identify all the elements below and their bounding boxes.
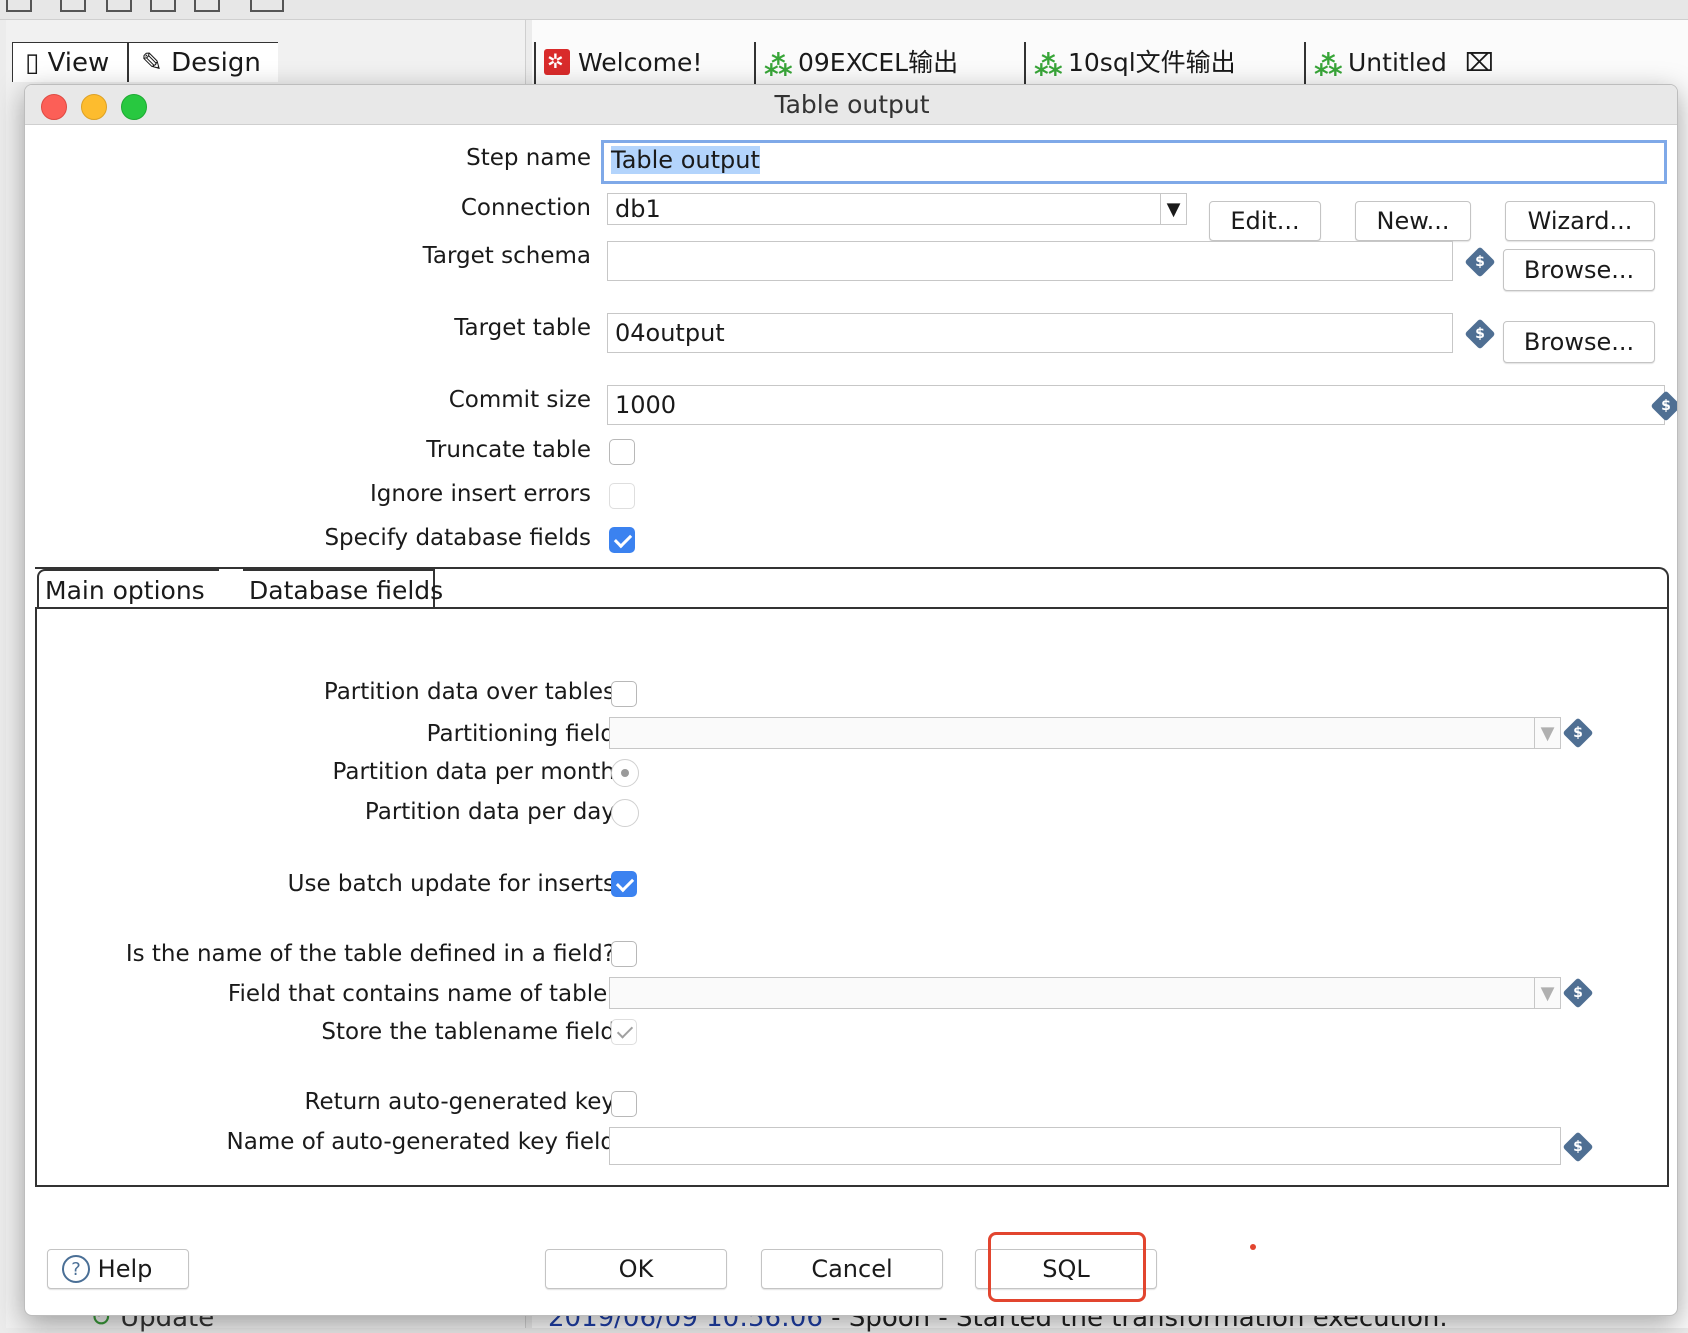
- transformation-icon: ⁂: [764, 49, 793, 82]
- tab-view-label: View: [47, 48, 110, 78]
- tab-design-label: Design: [171, 48, 261, 78]
- welcome-icon: [544, 40, 570, 82]
- view-icon: ▯: [25, 48, 40, 78]
- editor-tab-label: Untitled: [1348, 48, 1447, 77]
- annotation-dot: [1250, 1244, 1256, 1250]
- tab-view[interactable]: ▯ View: [12, 42, 128, 82]
- partition-per-month-radio[interactable]: [611, 759, 639, 787]
- target-table-input[interactable]: 04output: [607, 313, 1453, 353]
- editor-tab-label: 10sql文件输出: [1068, 48, 1236, 77]
- help-label: Help: [97, 1255, 153, 1283]
- cancel-button[interactable]: Cancel: [761, 1249, 943, 1289]
- table-name-in-field-checkbox[interactable]: [611, 941, 637, 967]
- editor-tab-untitled[interactable]: ⁂ Untitled ⌧: [1304, 42, 1554, 84]
- tab-database-fields-label: Database fields: [249, 576, 444, 605]
- variable-icon[interactable]: $: [1562, 717, 1594, 749]
- tab-main-options-label: Main options: [45, 576, 205, 605]
- layers-icon[interactable]: [250, 0, 284, 12]
- connection-wizard-button[interactable]: Wizard...: [1505, 201, 1655, 241]
- transformation-icon: ⁂: [1314, 49, 1343, 82]
- close-tab-icon[interactable]: ⌧: [1465, 48, 1494, 77]
- specify-db-fields-checkbox[interactable]: [609, 527, 635, 553]
- partition-per-month-label: Partition data per month: [332, 759, 615, 785]
- partition-per-day-label: Partition data per day: [364, 799, 615, 825]
- sql-highlight-box: [988, 1232, 1146, 1302]
- new-file-icon[interactable]: [6, 0, 32, 12]
- save-as-icon[interactable]: [194, 0, 220, 12]
- help-icon: ?: [62, 1255, 90, 1283]
- pencil-icon: ✎: [141, 48, 163, 78]
- step-name-value: Table output: [611, 146, 760, 174]
- editor-tab-10sql[interactable]: ⁂ 10sql文件输出: [1024, 42, 1304, 84]
- browse-schema-button[interactable]: Browse...: [1503, 249, 1655, 291]
- partition-over-tables-label: Partition data over tables: [323, 679, 615, 705]
- target-schema-label: Target schema: [422, 243, 591, 269]
- ignore-insert-errors-checkbox[interactable]: [609, 483, 635, 509]
- auto-key-field-input[interactable]: [609, 1127, 1561, 1165]
- main-toolbar: [0, 0, 1688, 20]
- return-auto-key-label: Return auto-generated key: [304, 1089, 616, 1115]
- truncate-table-checkbox[interactable]: [609, 439, 635, 465]
- auto-key-field-label: Name of auto-generated key field: [226, 1129, 615, 1155]
- truncate-table-label: Truncate table: [426, 437, 591, 463]
- partitioning-field-select[interactable]: ▼: [609, 717, 1561, 749]
- target-table-label: Target table: [454, 315, 591, 341]
- tab-design[interactable]: ✎ Design: [128, 42, 278, 82]
- partition-per-day-radio[interactable]: [611, 799, 639, 827]
- variable-icon[interactable]: $: [1562, 1131, 1594, 1163]
- batch-update-checkbox[interactable]: [611, 871, 637, 897]
- new-connection-button[interactable]: New...: [1355, 201, 1471, 241]
- partitioning-field-label: Partitioning field: [426, 721, 615, 747]
- editor-tab-09excel[interactable]: ⁂ 09EXCEL输出: [754, 42, 1000, 84]
- table-output-dialog: Table output Step name Table output Conn…: [24, 84, 1678, 1316]
- save-icon[interactable]: [150, 0, 176, 12]
- open-file-icon[interactable]: [60, 0, 86, 12]
- store-tablename-label: Store the tablename field: [321, 1019, 615, 1045]
- ok-button[interactable]: OK: [545, 1249, 727, 1289]
- step-name-input[interactable]: Table output: [601, 140, 1667, 184]
- target-table-value: 04output: [615, 319, 725, 347]
- tab-main-options[interactable]: Main options: [37, 569, 219, 609]
- editor-tab-label: Welcome!: [578, 48, 703, 77]
- field-with-table-name-select[interactable]: ▼: [609, 977, 1561, 1009]
- variable-icon[interactable]: $: [1464, 246, 1496, 278]
- chevron-down-icon: ▼: [1534, 718, 1560, 748]
- variable-icon[interactable]: $: [1562, 977, 1594, 1009]
- specify-db-fields-label: Specify database fields: [324, 525, 591, 551]
- variable-icon[interactable]: $: [1464, 318, 1496, 350]
- main-options-panel: Partition data over tables Partitioning …: [35, 607, 1669, 1187]
- step-name-label: Step name: [466, 145, 591, 171]
- variable-icon[interactable]: $: [1650, 390, 1677, 422]
- transformation-icon: ⁂: [1034, 49, 1063, 82]
- field-with-table-name-label: Field that contains name of table:: [227, 981, 615, 1007]
- return-auto-key-checkbox[interactable]: [611, 1091, 637, 1117]
- table-name-in-field-label: Is the name of the table defined in a fi…: [125, 941, 615, 967]
- edit-connection-button[interactable]: Edit...: [1209, 201, 1321, 241]
- connection-select[interactable]: db1 ▼: [607, 193, 1187, 225]
- ignore-insert-errors-label: Ignore insert errors: [370, 481, 591, 507]
- commit-size-label: Commit size: [448, 387, 591, 413]
- help-button[interactable]: ? Help: [47, 1249, 189, 1289]
- browse-table-button[interactable]: Browse...: [1503, 321, 1655, 363]
- partition-over-tables-checkbox[interactable]: [611, 681, 637, 707]
- tab-database-fields[interactable]: Database fields: [243, 569, 443, 609]
- dialog-titlebar[interactable]: Table output: [25, 85, 1677, 125]
- chevron-down-icon: ▼: [1160, 194, 1186, 224]
- store-tablename-checkbox[interactable]: [611, 1019, 637, 1045]
- editor-tab-label: 09EXCEL输出: [798, 48, 959, 77]
- dialog-title: Table output: [774, 90, 930, 119]
- target-schema-input[interactable]: [607, 241, 1453, 281]
- connection-label: Connection: [460, 195, 591, 221]
- chevron-down-icon: ▼: [1534, 978, 1560, 1008]
- editor-tab-welcome[interactable]: Welcome!: [534, 40, 750, 84]
- explore-repository-icon[interactable]: [106, 0, 132, 12]
- batch-update-label: Use batch update for inserts: [287, 871, 615, 897]
- commit-size-input[interactable]: 1000: [607, 385, 1665, 425]
- commit-size-value: 1000: [615, 391, 677, 419]
- connection-value: db1: [615, 195, 661, 223]
